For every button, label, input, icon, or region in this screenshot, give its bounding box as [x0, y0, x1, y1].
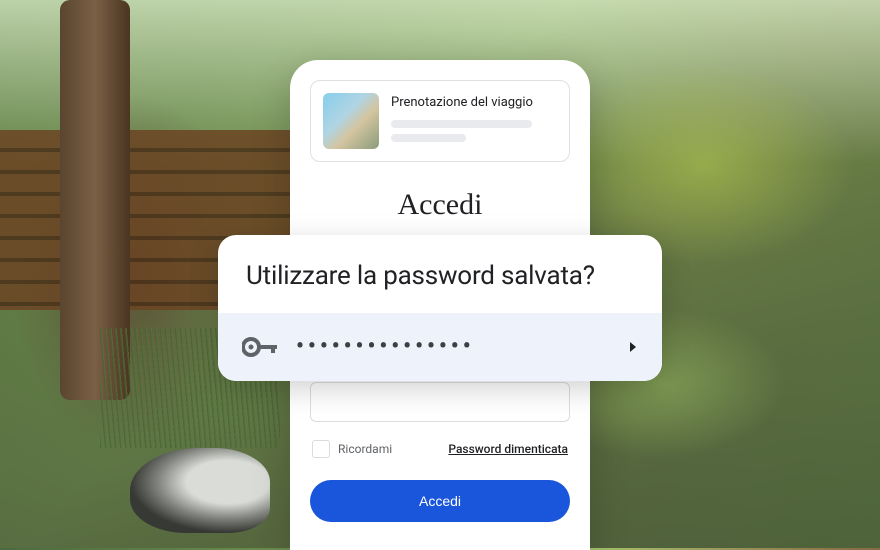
remember-checkbox[interactable]	[312, 440, 330, 458]
remember-label: Ricordami	[338, 442, 392, 456]
prompt-title: Utilizzare la password salvata?	[218, 235, 662, 313]
masked-password: •••••••••••••••	[296, 336, 610, 358]
key-icon	[242, 335, 278, 359]
booking-card[interactable]: Prenotazione del viaggio	[310, 80, 570, 162]
background-dog	[130, 448, 270, 533]
skeleton-line	[391, 134, 466, 142]
chevron-right-icon[interactable]	[628, 341, 638, 353]
skeleton-line	[391, 120, 532, 128]
password-input[interactable]	[310, 382, 570, 422]
booking-title: Prenotazione del viaggio	[391, 95, 557, 110]
saved-password-prompt: Utilizzare la password salvata? ••••••••…	[218, 235, 662, 381]
booking-thumbnail	[323, 93, 379, 149]
signin-heading: Accedi	[310, 188, 570, 222]
forgot-password-link[interactable]: Password dimenticata	[448, 442, 568, 456]
signin-button[interactable]: Accedi	[310, 480, 570, 522]
form-options-row: Ricordami Password dimenticata	[310, 440, 570, 458]
remember-me[interactable]: Ricordami	[312, 440, 392, 458]
booking-info: Prenotazione del viaggio	[391, 93, 557, 148]
saved-password-row[interactable]: •••••••••••••••	[218, 313, 662, 381]
